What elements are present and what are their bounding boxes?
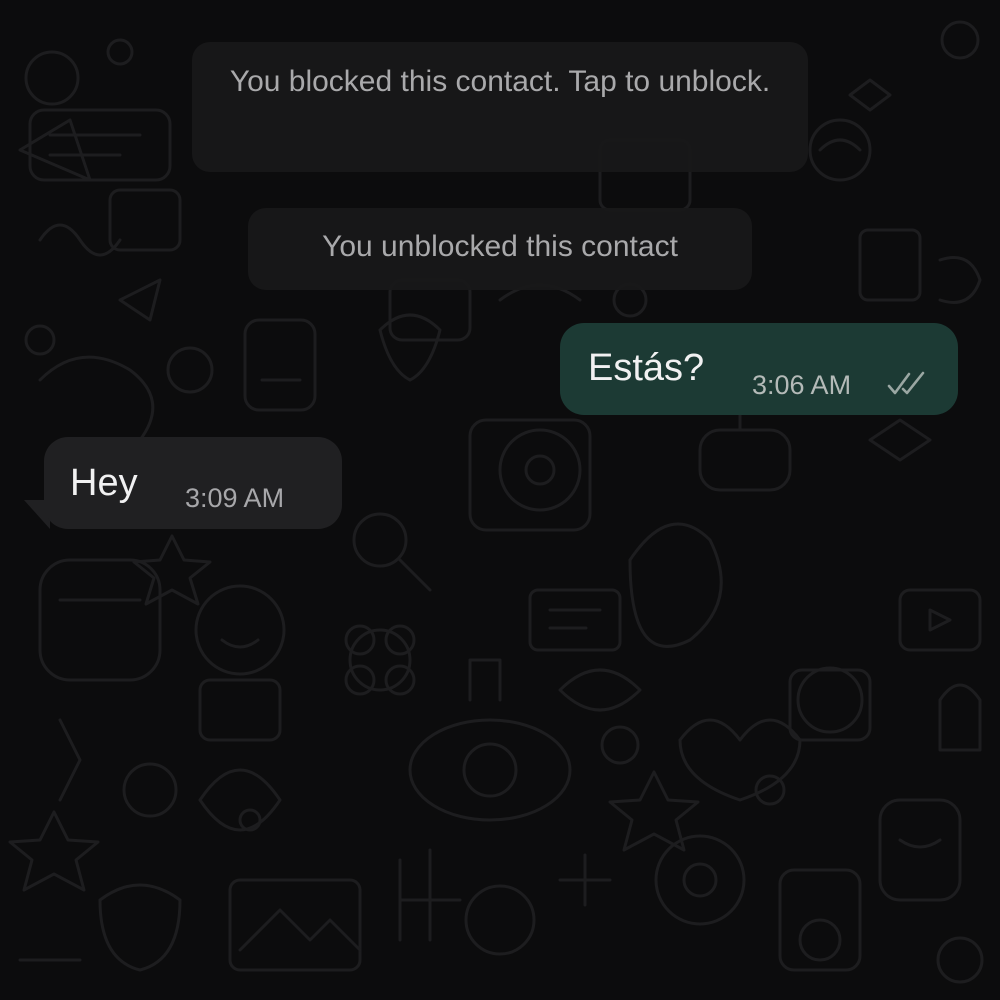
- message-text: Estás?: [588, 347, 705, 389]
- system-message-blocked[interactable]: You blocked this contact. Tap to unblock…: [192, 42, 808, 172]
- message-timestamp: 3:09 AM: [185, 483, 285, 513]
- message-text: Hey: [70, 462, 138, 504]
- outgoing-message-bubble[interactable]: Estás? 3:06 AM: [560, 323, 958, 415]
- message-timestamp: 3:06 AM: [752, 370, 852, 400]
- system-message-blocked-text: You blocked this contact. Tap to unblock…: [229, 65, 771, 98]
- incoming-message-bubble[interactable]: Hey 3:09 AM: [44, 437, 342, 529]
- double-check-icon: [887, 371, 925, 395]
- system-message-unblocked-text: You unblocked this contact: [322, 230, 678, 263]
- chat-window: You blocked this contact. Tap to unblock…: [0, 0, 1000, 1000]
- system-message-unblocked: You unblocked this contact: [248, 208, 752, 290]
